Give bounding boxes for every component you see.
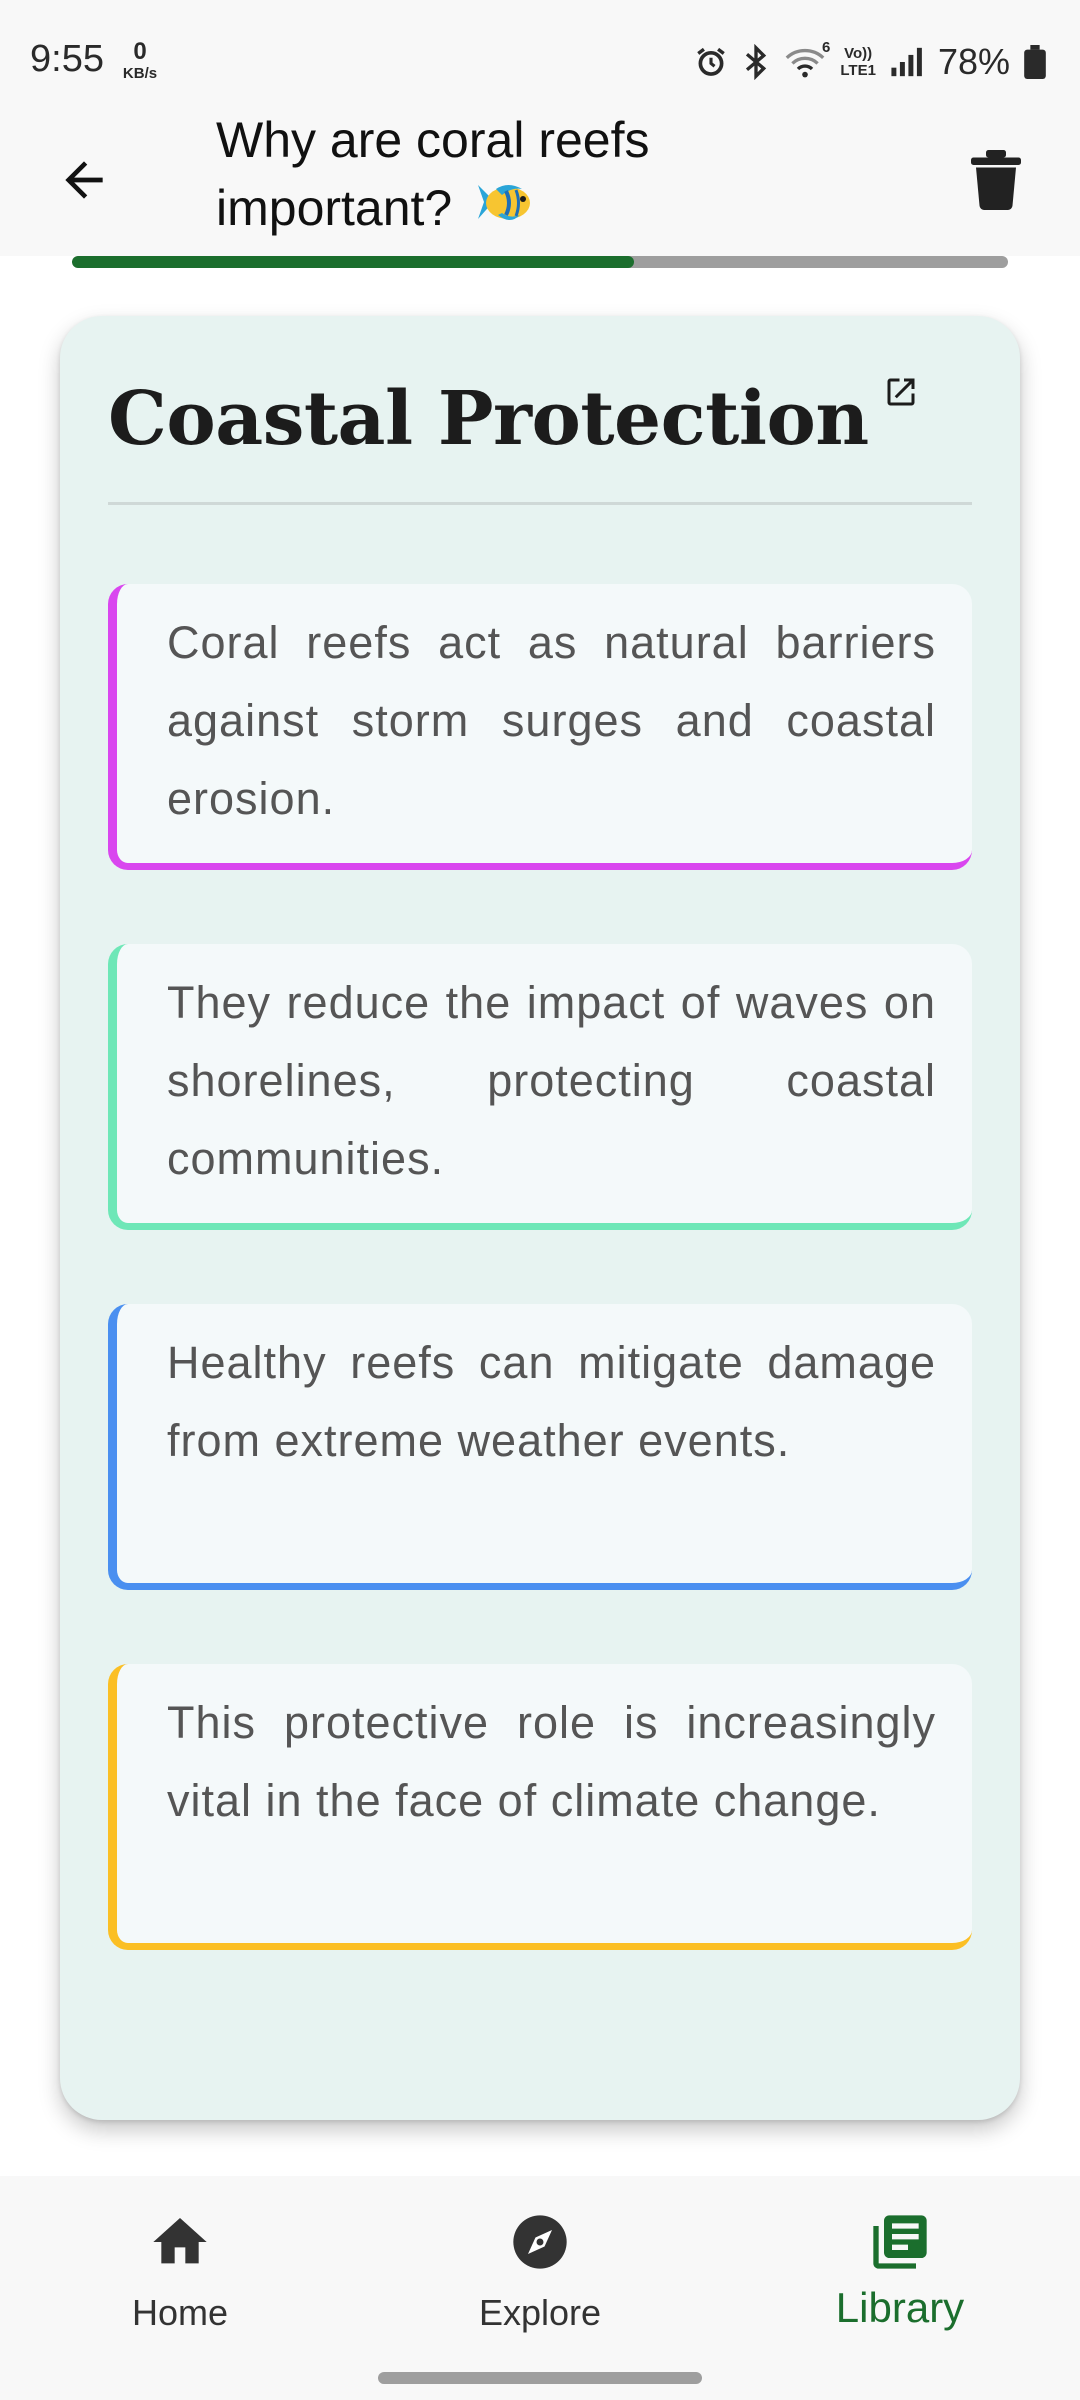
nav-library[interactable]: Library [790, 2206, 1010, 2356]
nav-explore-label: Explore [478, 2292, 602, 2333]
nav-home[interactable]: Home [70, 2206, 290, 2356]
bottom-navigation: Home Explore Library [0, 2176, 1080, 2400]
tropical-fish-icon [472, 175, 536, 248]
back-button[interactable] [48, 144, 120, 216]
network-speed-unit: KB/s [122, 65, 158, 82]
wifi-badge: 6 [822, 39, 831, 56]
home-icon [153, 2218, 207, 2264]
library-icon [873, 2215, 927, 2269]
volte-label-top: Vo)) [844, 45, 873, 62]
app-header: Why are coral reefs important? [0, 112, 1080, 256]
progress-bar [72, 256, 1008, 268]
card-title-row: Coastal Protection [108, 364, 919, 474]
volte-label-bottom: LTE1 [840, 62, 876, 79]
arrow-left-icon [65, 161, 103, 199]
volte-icon: Vo)) LTE1 [840, 46, 876, 78]
nav-home-label: Home [131, 2292, 229, 2333]
home-indicator[interactable] [378, 2372, 702, 2384]
status-time: 9:55 [30, 38, 104, 80]
wifi-icon: 6 [784, 39, 830, 79]
point-card: They reduce the impact of waves on shore… [108, 944, 972, 1230]
point-card: Coral reefs act as natural barriers agai… [108, 584, 972, 870]
card-title: Coastal Protection [108, 376, 869, 462]
status-bar: 9:55 0 KB/s 6 Vo)) LTE1 78% [0, 0, 1080, 120]
network-speed-value: 0 [133, 38, 147, 65]
point-text: This protective role is increasingly vit… [167, 1697, 936, 1826]
trash-icon [971, 150, 1021, 210]
battery-icon [1024, 45, 1046, 79]
app-screen: 9:55 0 KB/s 6 Vo)) LTE1 78% Why are cora… [0, 0, 1080, 2400]
page-title-text: Why are coral reefs important? [216, 112, 650, 236]
bluetooth-icon [742, 44, 770, 80]
topic-card: Coastal Protection Coral reefs act as na… [60, 316, 1020, 2120]
point-card: Healthy reefs can mitigate damage from e… [108, 1304, 972, 1590]
page-title: Why are coral reefs important? [216, 106, 776, 248]
nav-explore[interactable]: Explore [430, 2206, 650, 2356]
point-card: This protective role is increasingly vit… [108, 1664, 972, 1950]
open-in-new-icon[interactable] [883, 374, 919, 410]
point-text: Coral reefs act as natural barriers agai… [167, 617, 936, 824]
point-text: They reduce the impact of waves on shore… [167, 977, 936, 1184]
signal-icon [890, 46, 924, 78]
status-icons: 6 Vo)) LTE1 78% [694, 36, 1046, 88]
compass-icon [513, 2215, 567, 2269]
nav-library-label: Library [835, 2284, 965, 2331]
progress-bar-fill [72, 256, 634, 268]
battery-percent: 78% [937, 41, 1010, 82]
delete-button[interactable] [960, 142, 1032, 218]
network-speed: 0 KB/s [118, 38, 162, 82]
card-divider [108, 502, 972, 505]
point-text: Healthy reefs can mitigate damage from e… [167, 1337, 936, 1466]
alarm-icon [694, 45, 728, 79]
